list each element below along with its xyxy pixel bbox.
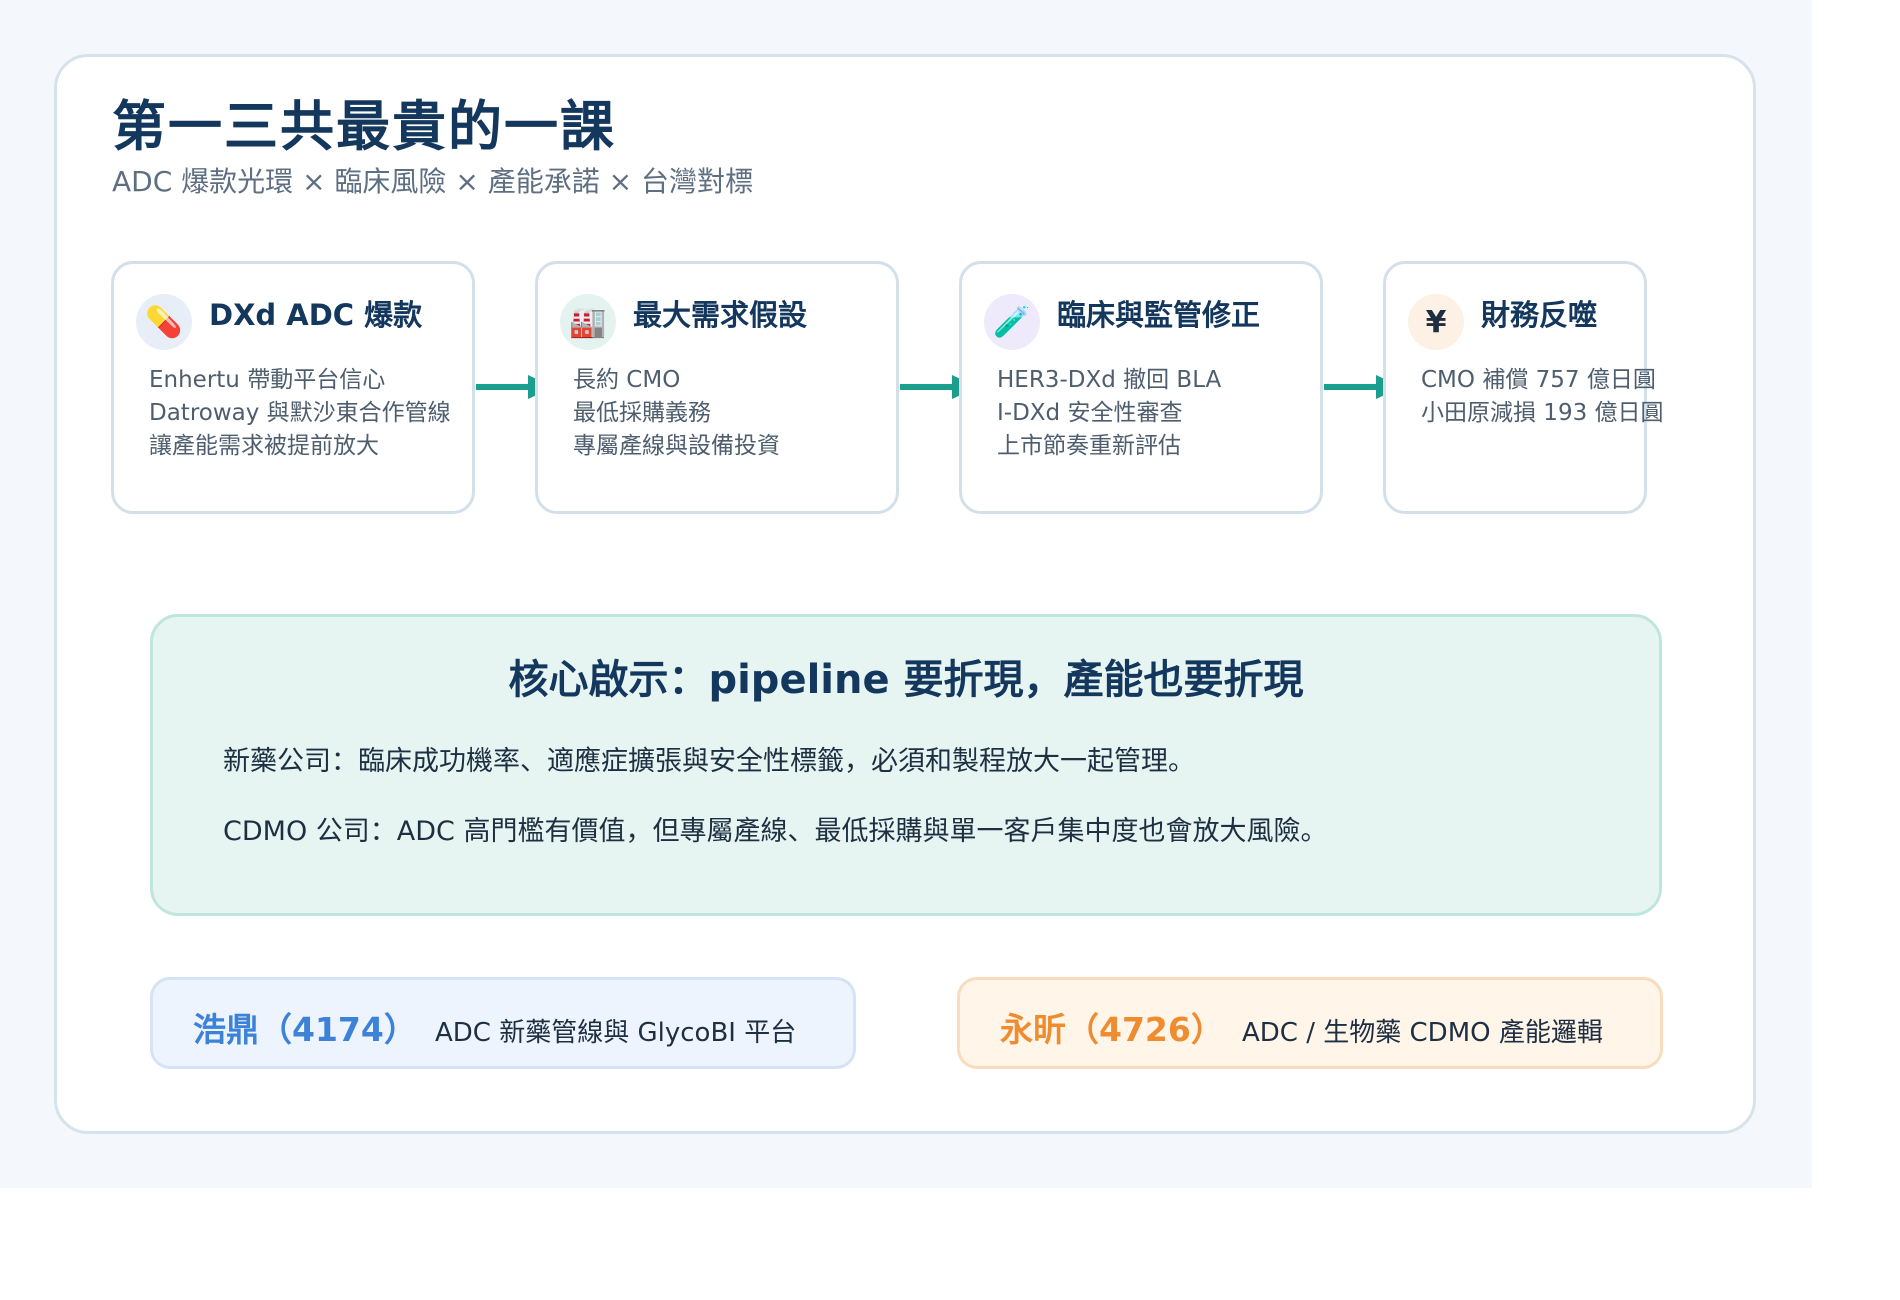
- flow-step-line: HER3-DXd 撤回 BLA: [997, 367, 1222, 393]
- company-name: 浩鼎（4174）: [193, 1010, 417, 1049]
- flow-step-line: 小田原減損 193 億日圓: [1421, 400, 1664, 426]
- flow-step-lines: CMO 補償 757 億日圓 小田原減損 193 億日圓: [1421, 364, 1664, 430]
- insight-line-drug-company: 新藥公司：臨床成功機率、適應症擴張與安全性標籤，必須和製程放大一起管理。: [223, 746, 1195, 777]
- company-name: 永昕（4726）: [1000, 1010, 1224, 1049]
- flow-step-dxd-adc: 💊 DXd ADC 爆款 Enhertu 帶動平台信心 Datroway 與默沙…: [111, 261, 475, 514]
- flow-step-lines: 長約 CMO 最低採購義務 專屬產線與設備投資: [573, 364, 780, 463]
- company-desc: ADC 新藥管線與 GlycoBI 平台: [435, 1018, 797, 1048]
- company-card-obi: 浩鼎（4174） ADC 新藥管線與 GlycoBI 平台: [150, 977, 856, 1069]
- page-subtitle: ADC 爆款光環 × 臨床風險 × 產能承諾 × 台灣對標: [112, 165, 753, 198]
- flow-step-line: Enhertu 帶動平台信心: [149, 367, 386, 393]
- flow-step-line: CMO 補償 757 億日圓: [1421, 367, 1656, 393]
- flow-step-max-demand: 🏭 最大需求假設 長約 CMO 最低採購義務 專屬產線與設備投資: [535, 261, 899, 514]
- core-insight-box: 核心啟示：pipeline 要折現，產能也要折現 新藥公司：臨床成功機率、適應症…: [150, 614, 1662, 916]
- company-desc: ADC / 生物藥 CDMO 產能邏輯: [1242, 1018, 1603, 1048]
- flow-step-title: 財務反噬: [1481, 298, 1598, 332]
- insight-line-cdmo-company: CDMO 公司：ADC 高門檻有價值，但專屬產線、最低採購與單一客戶集中度也會放…: [223, 816, 1328, 847]
- flow-step-lines: HER3-DXd 撤回 BLA I-DXd 安全性審查 上市節奏重新評估: [997, 364, 1221, 463]
- factory-icon: 🏭: [560, 294, 616, 350]
- flow-step-title: 最大需求假設: [633, 298, 808, 332]
- flow-step-line: 專屬產線與設備投資: [573, 433, 780, 459]
- company-card-mycenax: 永昕（4726） ADC / 生物藥 CDMO 產能邏輯: [957, 977, 1663, 1069]
- page-title: 第一三共最貴的一課: [112, 95, 616, 158]
- flow-step-line: 長約 CMO: [573, 367, 681, 393]
- flow-step-clinical-regulatory: 🧪 臨床與監管修正 HER3-DXd 撤回 BLA I-DXd 安全性審查 上市…: [959, 261, 1323, 514]
- test-tube-icon: 🧪: [984, 294, 1040, 350]
- pill-icon: 💊: [136, 294, 192, 350]
- flow-step-line: 讓產能需求被提前放大: [149, 433, 379, 459]
- yen-icon: ¥: [1408, 294, 1464, 350]
- flow-step-financial: ¥ 財務反噬 CMO 補償 757 億日圓 小田原減損 193 億日圓: [1383, 261, 1664, 514]
- flow-step-lines: Enhertu 帶動平台信心 Datroway 與默沙東合作管線 讓產能需求被提…: [149, 364, 451, 463]
- flow-step-line: 最低採購義務: [573, 400, 711, 426]
- flow-step-title: 臨床與監管修正: [1057, 298, 1261, 332]
- flow-step-title: DXd ADC 爆款: [209, 298, 423, 332]
- main-panel: [54, 54, 1756, 1134]
- flow-step-line: 上市節奏重新評估: [997, 433, 1181, 459]
- flow-step-line: Datroway 與默沙東合作管線: [149, 400, 451, 426]
- flow-step-line: I-DXd 安全性審查: [997, 400, 1183, 426]
- insight-title: 核心啟示：pipeline 要折現，產能也要折現: [508, 657, 1304, 703]
